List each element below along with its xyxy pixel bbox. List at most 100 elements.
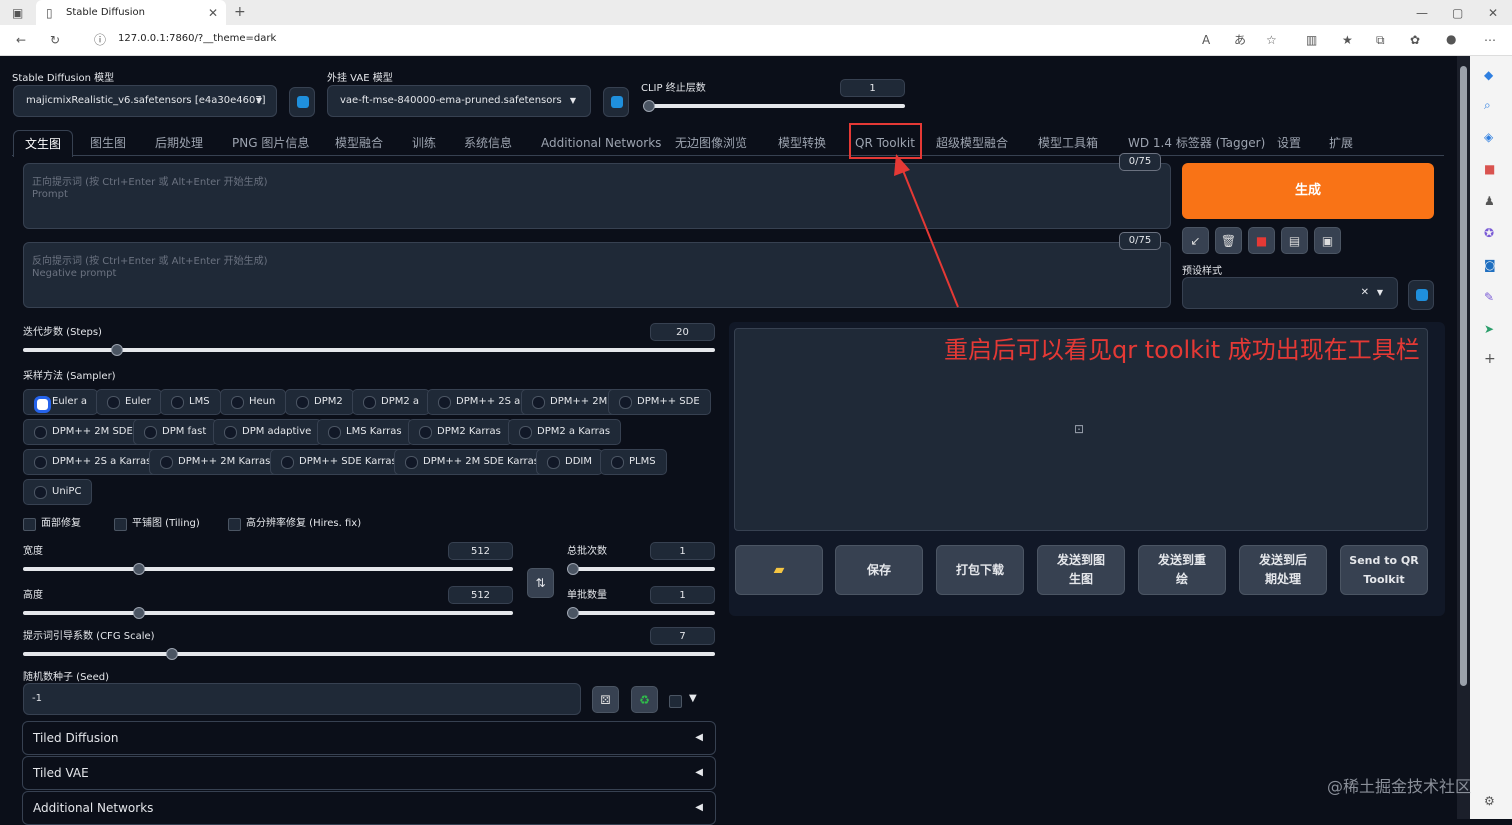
back-icon[interactable]: ← xyxy=(16,33,26,47)
refresh-model-button[interactable] xyxy=(289,87,315,117)
sampler-option[interactable]: LMS xyxy=(160,389,221,415)
profile-icon[interactable]: ● xyxy=(1446,32,1456,46)
split-screen-icon[interactable]: ▥ xyxy=(1306,33,1317,47)
close-tab-icon[interactable]: ✕ xyxy=(208,6,218,20)
window-menu-icon[interactable]: ▣ xyxy=(12,6,23,20)
seed-input[interactable]: -1 xyxy=(23,683,581,715)
outlook-icon[interactable]: ◙ xyxy=(1484,258,1496,272)
clip-slider-knob[interactable] xyxy=(643,100,655,112)
vae-dropdown[interactable]: vae-ft-mse-840000-ema-pruned.safetensors… xyxy=(327,85,591,117)
new-tab-icon[interactable]: + xyxy=(234,5,246,19)
cfg-input[interactable]: 7 xyxy=(650,627,715,645)
minimize-icon[interactable]: — xyxy=(1416,6,1428,20)
collections-icon[interactable]: ⧉ xyxy=(1376,33,1385,47)
expand-triangle-icon[interactable]: ▼ xyxy=(689,693,697,704)
batch-count-slider-knob[interactable] xyxy=(567,563,579,575)
tab-extras[interactable]: 后期处理 xyxy=(155,130,203,156)
tab-img2img[interactable]: 图生图 xyxy=(90,130,126,156)
sampler-option[interactable]: Heun xyxy=(220,389,287,415)
scrollbar-thumb[interactable] xyxy=(1460,66,1467,686)
sampler-option[interactable]: DPM++ SDE xyxy=(608,389,711,415)
tab-merge[interactable]: 模型融合 xyxy=(335,130,383,156)
page-scrollbar[interactable] xyxy=(1457,56,1470,819)
tab-extensions[interactable]: 扩展 xyxy=(1329,130,1353,156)
send-to-img2img-button[interactable]: 发送到图生图 xyxy=(1037,545,1125,595)
additional-networks-accordion[interactable]: Additional Networks ◀ xyxy=(22,791,716,825)
info-icon[interactable]: ⓘ xyxy=(94,33,106,47)
send-to-qr-toolkit-button[interactable]: Send to QR Toolkit xyxy=(1340,545,1428,595)
tab-png-info[interactable]: PNG 图片信息 xyxy=(232,130,309,156)
steps-slider[interactable] xyxy=(23,348,715,352)
settings-gear-icon[interactable]: ⚙ xyxy=(1484,794,1495,808)
style-dropdown[interactable]: ✕ ▼ xyxy=(1182,277,1398,309)
dice-icon[interactable]: ⚄ xyxy=(592,686,619,713)
send-to-extras-button[interactable]: 发送到后期处理 xyxy=(1239,545,1327,595)
favorite-icon[interactable]: ☆ xyxy=(1266,33,1277,47)
batch-size-input[interactable]: 1 xyxy=(650,586,715,604)
recycle-icon[interactable]: ♻ xyxy=(631,686,658,713)
sampler-option[interactable]: UniPC xyxy=(23,479,93,505)
swap-dimensions-icon[interactable]: ⇅ xyxy=(527,568,554,598)
send-to-inpaint-button[interactable]: 发送到重绘 xyxy=(1138,545,1226,595)
sampler-option[interactable]: DPM++ 2S a xyxy=(427,389,532,415)
negative-prompt-textarea[interactable]: 反向提示词 (按 Ctrl+Enter 或 Alt+Enter 开始生成) Ne… xyxy=(23,242,1171,308)
browser-tab[interactable]: ▯ Stable Diffusion ✕ xyxy=(36,0,226,25)
maximize-icon[interactable]: ▢ xyxy=(1452,6,1463,20)
batch-size-slider[interactable] xyxy=(567,611,715,615)
hires-fix-checkbox[interactable]: 高分辨率修复 (Hires. fix) xyxy=(228,517,361,531)
sampler-option[interactable]: DPM2 a xyxy=(352,389,431,415)
sampler-option[interactable]: DPM2 a Karras xyxy=(508,419,622,445)
tab-system-info[interactable]: 系统信息 xyxy=(464,130,512,156)
read-params-icon[interactable]: ↙ xyxy=(1182,227,1209,254)
batch-count-input[interactable]: 1 xyxy=(650,542,715,560)
batch-size-slider-knob[interactable] xyxy=(567,607,579,619)
save-button[interactable]: 保存 xyxy=(835,545,923,595)
sampler-option[interactable]: DPM++ SDE Karras xyxy=(270,449,408,475)
translate-icon[interactable]: あ xyxy=(1234,33,1246,47)
height-slider-knob[interactable] xyxy=(132,607,145,619)
cfg-slider-knob[interactable] xyxy=(165,648,178,660)
restore-faces-checkbox[interactable]: 面部修复 xyxy=(23,517,81,531)
steps-slider-knob[interactable] xyxy=(111,344,124,356)
tab-train[interactable]: 训练 xyxy=(412,130,436,156)
save-style-icon[interactable]: ▣ xyxy=(1314,227,1341,254)
extensions-icon[interactable]: ✿ xyxy=(1410,33,1420,47)
more-icon[interactable]: ⋯ xyxy=(1484,33,1496,47)
add-icon[interactable]: + xyxy=(1484,352,1496,366)
designer-icon[interactable]: ✎ xyxy=(1484,290,1494,304)
height-slider[interactable] xyxy=(23,611,513,615)
cfg-slider[interactable] xyxy=(23,652,715,656)
sampler-option[interactable]: PLMS xyxy=(600,449,667,475)
sampler-option[interactable]: DPM++ 2S a Karras xyxy=(23,449,163,475)
clipboard-icon[interactable]: ▤ xyxy=(1281,227,1308,254)
favorites-icon[interactable]: ★ xyxy=(1342,33,1353,47)
lora-card-icon[interactable]: ■ xyxy=(1248,227,1275,254)
zip-download-button[interactable]: 打包下载 xyxy=(936,545,1024,595)
generate-button[interactable]: 生成 xyxy=(1182,163,1434,219)
sampler-option[interactable]: DPM++ 2M SDE xyxy=(23,419,144,445)
send-icon[interactable]: ➤ xyxy=(1484,322,1494,336)
open-folder-icon[interactable]: ▰ xyxy=(735,545,823,595)
sampler-option[interactable]: DDIM xyxy=(536,449,603,475)
sampler-option[interactable]: LMS Karras xyxy=(317,419,413,445)
prompt-textarea[interactable]: 正向提示词 (按 Ctrl+Enter 或 Alt+Enter 开始生成) Pr… xyxy=(23,163,1171,229)
trash-icon[interactable]: 🗑 xyxy=(1215,227,1242,254)
copilot-icon[interactable]: ✪ xyxy=(1484,226,1494,240)
sampler-option[interactable]: Euler xyxy=(96,389,162,415)
width-slider[interactable] xyxy=(23,567,513,571)
person-icon[interactable]: ♟ xyxy=(1484,194,1495,208)
sampler-option[interactable]: DPM adaptive xyxy=(213,419,323,445)
sampler-option[interactable]: Euler a xyxy=(23,389,99,415)
tiled-diffusion-accordion[interactable]: Tiled Diffusion ◀ xyxy=(22,721,716,755)
url-text[interactable]: 127.0.0.1:7860/?__theme=dark xyxy=(118,33,276,44)
search-icon[interactable]: ⌕ xyxy=(1484,98,1491,112)
sampler-option[interactable]: DPM2 xyxy=(285,389,354,415)
tiling-checkbox[interactable]: 平铺图 (Tiling) xyxy=(114,517,200,531)
tag-icon[interactable]: ◈ xyxy=(1484,130,1493,144)
height-input[interactable]: 512 xyxy=(448,586,513,604)
clear-icon[interactable]: ✕ xyxy=(1361,278,1369,308)
tab-model-toolkit[interactable]: 模型工具箱 xyxy=(1038,130,1098,156)
tab-model-convert[interactable]: 模型转换 xyxy=(778,130,826,156)
width-input[interactable]: 512 xyxy=(448,542,513,560)
model-dropdown[interactable]: majicmixRealistic_v6.safetensors [e4a30e… xyxy=(13,85,277,117)
